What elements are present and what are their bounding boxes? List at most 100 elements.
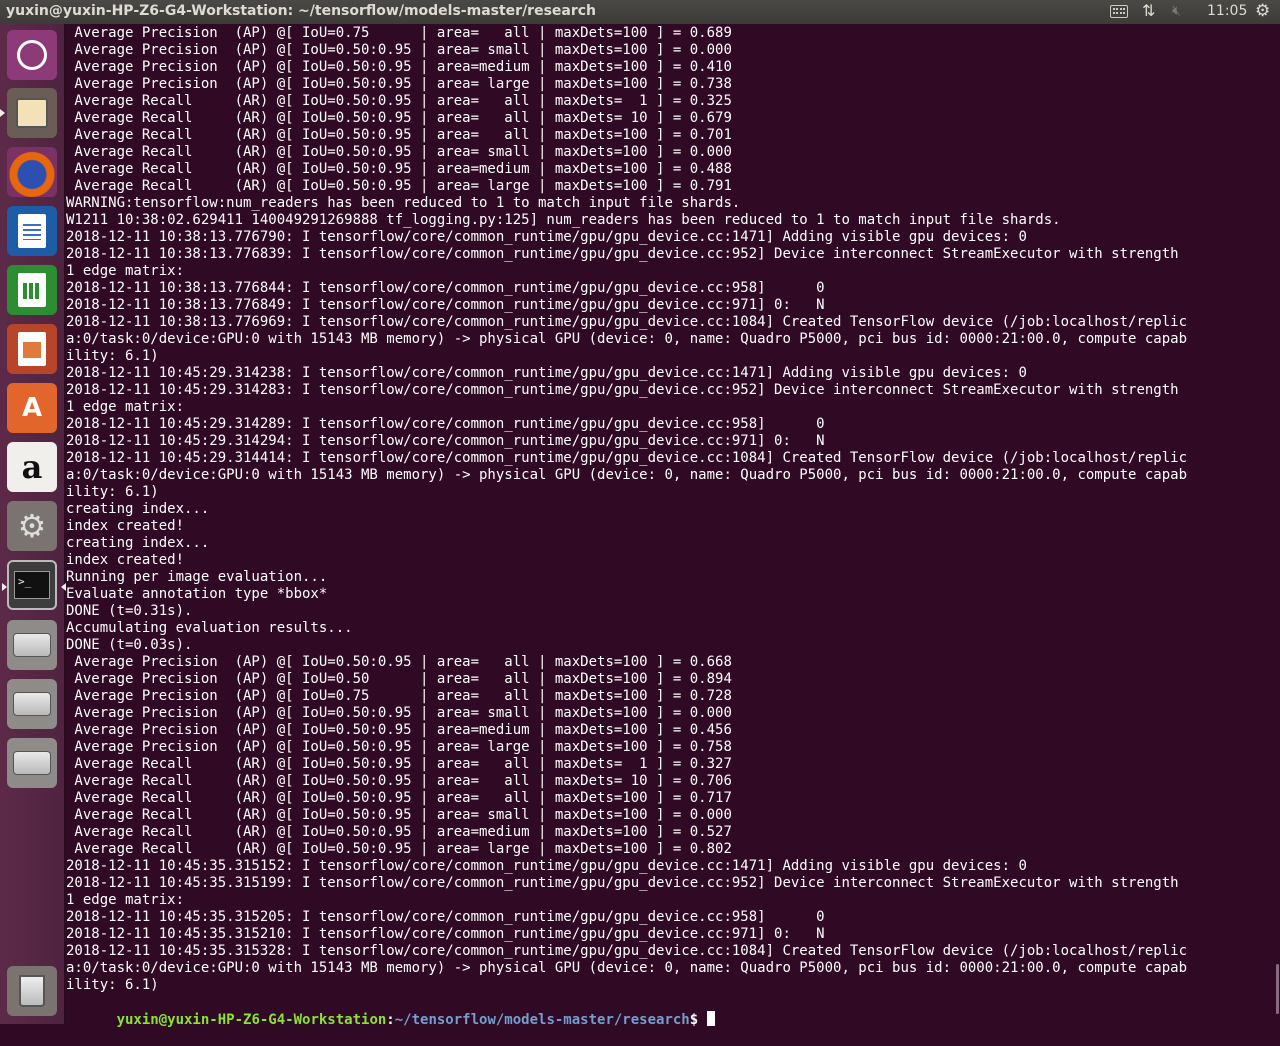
terminal-line: Average Precision (AP) @[ IoU=0.50:0.95 …	[66, 42, 732, 58]
terminal-button[interactable]: >_	[2, 560, 66, 610]
running-indicator	[0, 109, 5, 117]
amazon-button[interactable]: a	[7, 442, 57, 492]
terminal-line: Average Recall (AR) @[ IoU=0.50:0.95 | a…	[66, 178, 732, 194]
terminal-line: WARNING:tensorflow:num_readers has been …	[66, 195, 741, 211]
file-cabinet-icon	[7, 88, 57, 138]
firefox-button[interactable]	[7, 147, 57, 197]
scrollbar[interactable]	[1276, 964, 1279, 1014]
terminal-line: 2018-12-11 10:38:13.776790: I tensorflow…	[66, 229, 1027, 245]
drive-icon	[7, 620, 57, 670]
prompt-dollar: $	[689, 1012, 707, 1028]
terminal-line: a:0/task:0/device:GPU:0 with 15143 MB me…	[66, 467, 1188, 483]
drive-button[interactable]	[7, 620, 57, 670]
drive-icon	[7, 679, 57, 729]
drive-button[interactable]	[7, 738, 57, 788]
software-button[interactable]: A	[7, 383, 57, 433]
terminal-line: 2018-12-11 10:45:35.315199: I tensorflow…	[66, 875, 1179, 891]
clock[interactable]: 11:05	[1207, 3, 1247, 23]
terminal-line: 2018-12-11 10:45:35.315210: I tensorflow…	[66, 926, 825, 942]
terminal-line: 2018-12-11 10:45:35.315328: I tensorflow…	[66, 943, 1188, 959]
terminal-output: Average Precision (AP) @[ IoU=0.75 | are…	[66, 25, 1188, 1028]
top-panel: yuxin@yuxin-HP-Z6-G4-Workstation: ~/tens…	[0, 0, 1280, 24]
terminal-line: Average Recall (AR) @[ IoU=0.50:0.95 | a…	[66, 807, 732, 823]
terminal-line: Average Recall (AR) @[ IoU=0.50:0.95 | a…	[66, 110, 732, 126]
terminal-line: Accumulating evaluation results...	[66, 620, 353, 636]
terminal-line: ility: 6.1)	[66, 977, 159, 993]
ubuntu-dash-button[interactable]	[7, 30, 57, 80]
terminal-line: 2018-12-11 10:45:29.314414: I tensorflow…	[66, 450, 1188, 466]
terminal-line: 2018-12-11 10:45:35.315152: I tensorflow…	[66, 858, 1027, 874]
writer-icon	[7, 206, 57, 256]
shopping-bag-icon: A	[21, 393, 43, 423]
calc-button[interactable]	[7, 265, 57, 315]
terminal-line: Average Recall (AR) @[ IoU=0.50:0.95 | a…	[66, 756, 732, 772]
trash-icon	[7, 966, 57, 1016]
keyboard-icon[interactable]	[1110, 5, 1128, 18]
terminal-line: Average Recall (AR) @[ IoU=0.50:0.95 | a…	[66, 93, 732, 109]
terminal-line: 2018-12-11 10:45:29.314294: I tensorflow…	[66, 433, 825, 449]
terminal-line: Average Precision (AP) @[ IoU=0.50:0.95 …	[66, 654, 732, 670]
volume-icon[interactable]: 🔇︎	[1172, 3, 1181, 23]
terminal-line: 1 edge matrix:	[66, 892, 185, 908]
terminal-line: Average Precision (AP) @[ IoU=0.50:0.95 …	[66, 76, 732, 92]
terminal-line: ility: 6.1)	[66, 484, 159, 500]
terminal-line: Average Precision (AP) @[ IoU=0.75 | are…	[66, 688, 732, 704]
terminal-line: 2018-12-11 10:38:13.776839: I tensorflow…	[66, 246, 1179, 262]
terminal-line: 2018-12-11 10:45:29.314283: I tensorflow…	[66, 382, 1179, 398]
terminal-line: 2018-12-11 10:45:29.314238: I tensorflow…	[66, 365, 1027, 381]
launcher: A a ⚙ >_	[0, 24, 66, 1024]
shell-prompt[interactable]: yuxin@yuxin-HP-Z6-G4-Workstation:~/tenso…	[66, 994, 1187, 1028]
terminal-icon: >_	[7, 560, 57, 610]
terminal-line: Running per image evaluation...	[66, 569, 328, 585]
terminal-line: Evaluate annotation type *bbox*	[66, 586, 328, 602]
terminal-line: 2018-12-11 10:45:35.315205: I tensorflow…	[66, 909, 825, 925]
terminal-line: creating index...	[66, 535, 210, 551]
terminal-line: a:0/task:0/device:GPU:0 with 15143 MB me…	[66, 960, 1188, 976]
terminal-line: Average Precision (AP) @[ IoU=0.50 | are…	[66, 671, 732, 687]
terminal-line: Average Recall (AR) @[ IoU=0.50:0.95 | a…	[66, 127, 732, 143]
prompt-user-host: yuxin@yuxin-HP-Z6-G4-Workstation	[116, 1012, 387, 1028]
terminal-line: 2018-12-11 10:45:29.314289: I tensorflow…	[66, 416, 825, 432]
terminal-line: 2018-12-11 10:38:13.776969: I tensorflow…	[66, 314, 1188, 330]
writer-button[interactable]	[7, 206, 57, 256]
impress-icon	[7, 324, 57, 374]
settings-button[interactable]: ⚙	[7, 501, 57, 551]
terminal-line: ility: 6.1)	[66, 348, 159, 364]
terminal-line: creating index...	[66, 501, 210, 517]
files-button[interactable]	[0, 88, 57, 138]
terminal-line: 1 edge matrix:	[66, 399, 185, 415]
terminal-line: Average Recall (AR) @[ IoU=0.50:0.95 | a…	[66, 824, 732, 840]
terminal-line: Average Precision (AP) @[ IoU=0.50:0.95 …	[66, 722, 732, 738]
drive-button[interactable]	[7, 679, 57, 729]
prompt-path: ~/tensorflow/models-master/research	[394, 1012, 690, 1028]
terminal-line: index created!	[66, 518, 185, 534]
terminal-line: Average Precision (AP) @[ IoU=0.50:0.95 …	[66, 59, 732, 75]
ubuntu-logo-icon	[7, 30, 57, 80]
terminal-line: a:0/task:0/device:GPU:0 with 15143 MB me…	[66, 331, 1188, 347]
terminal-line: Average Precision (AP) @[ IoU=0.50:0.95 …	[66, 739, 732, 755]
terminal-line: 2018-12-11 10:38:13.776849: I tensorflow…	[66, 297, 825, 313]
impress-button[interactable]	[7, 324, 57, 374]
calc-icon	[7, 265, 57, 315]
terminal-line: DONE (t=0.31s).	[66, 603, 193, 619]
amazon-icon: a	[21, 448, 43, 486]
network-icon[interactable]: ⇅	[1142, 1, 1155, 21]
terminal-line: DONE (t=0.03s).	[66, 637, 193, 653]
terminal-line: Average Precision (AP) @[ IoU=0.50:0.95 …	[66, 705, 732, 721]
terminal-line: index created!	[66, 552, 185, 568]
terminal-line: 2018-12-11 10:38:13.776844: I tensorflow…	[66, 280, 825, 296]
terminal-line: W1211 10:38:02.629411 140049291269888 tf…	[66, 212, 1061, 228]
terminal-line: 1 edge matrix:	[66, 263, 185, 279]
firefox-icon	[7, 147, 57, 197]
trash-button[interactable]	[7, 966, 57, 1016]
terminal-line: Average Recall (AR) @[ IoU=0.50:0.95 | a…	[66, 773, 732, 789]
terminal-line: Average Recall (AR) @[ IoU=0.50:0.95 | a…	[66, 144, 732, 160]
terminal-line: Average Recall (AR) @[ IoU=0.50:0.95 | a…	[66, 841, 732, 857]
terminal-line: Average Precision (AP) @[ IoU=0.75 | are…	[66, 25, 732, 41]
terminal-line: Average Recall (AR) @[ IoU=0.50:0.95 | a…	[66, 790, 732, 806]
drive-icon	[7, 738, 57, 788]
window-title: yuxin@yuxin-HP-Z6-G4-Workstation: ~/tens…	[6, 3, 597, 19]
terminal-window[interactable]: Average Precision (AP) @[ IoU=0.75 | are…	[66, 24, 1280, 1028]
gear-icon[interactable]: ⚙	[1255, 1, 1270, 21]
settings-icon: ⚙	[17, 507, 47, 545]
